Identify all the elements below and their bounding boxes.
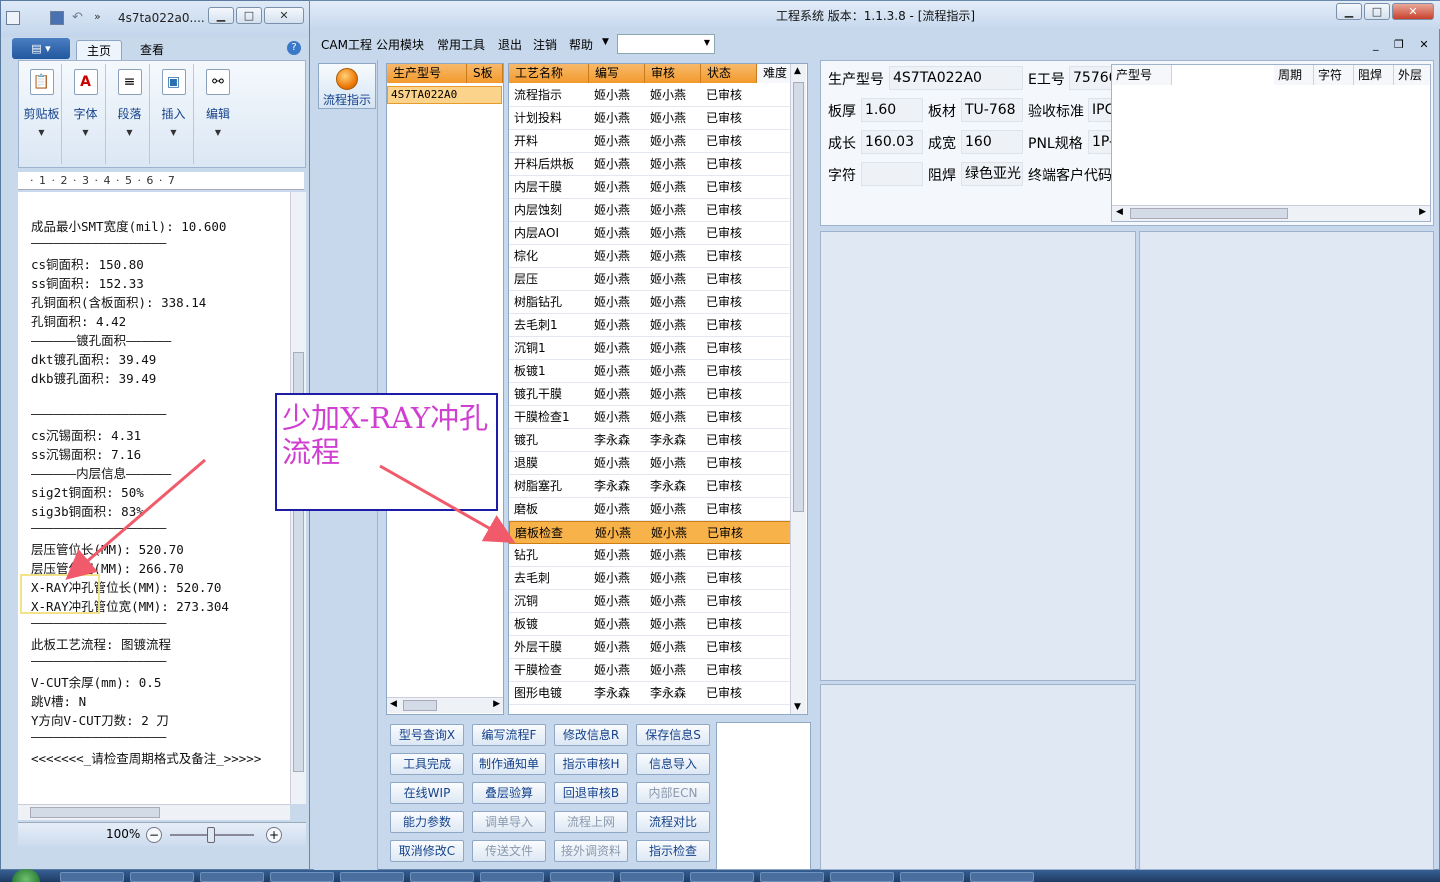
taskbar-item[interactable]	[690, 872, 754, 882]
arrow-to-document	[65, 458, 206, 580]
taskbar-item[interactable]	[830, 872, 894, 882]
arrow-to-grid	[379, 464, 516, 543]
taskbar-item[interactable]	[900, 872, 964, 882]
taskbar-item[interactable]	[410, 872, 474, 882]
annotation-arrows	[65, 458, 516, 580]
taskbar-item[interactable]	[130, 872, 194, 882]
taskbar-item[interactable]	[760, 872, 824, 882]
taskbar-item[interactable]	[200, 872, 264, 882]
taskbar-item[interactable]	[340, 872, 404, 882]
taskbar-item[interactable]	[970, 872, 1034, 882]
taskbar-item[interactable]	[550, 872, 614, 882]
taskbar-item[interactable]	[480, 872, 544, 882]
taskbar-item[interactable]	[620, 872, 684, 882]
taskbar-item[interactable]	[270, 872, 334, 882]
taskbar-item[interactable]	[60, 872, 124, 882]
